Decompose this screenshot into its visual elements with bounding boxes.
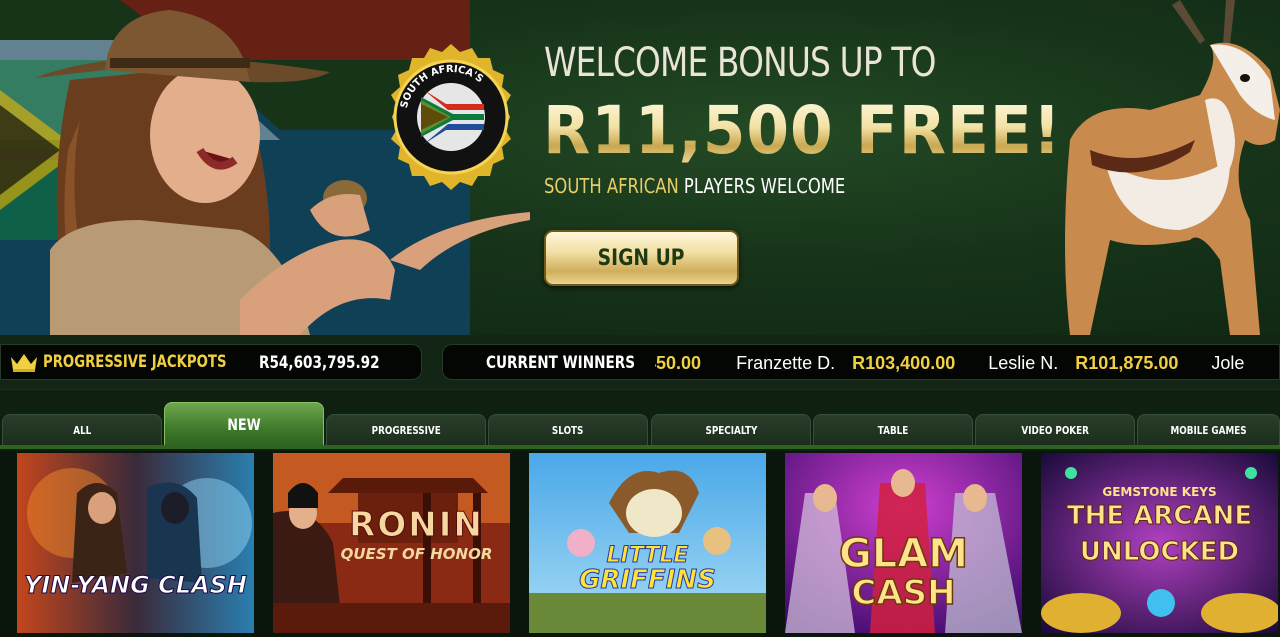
tab-specialty[interactable]: SPECIALTY bbox=[651, 414, 811, 446]
tab-label: PROGRESSIVE bbox=[371, 424, 441, 437]
tab-progressive[interactable]: PROGRESSIVE bbox=[326, 414, 486, 446]
winner-name: Franzette D. bbox=[736, 353, 836, 373]
sign-up-button[interactable]: SIGN UP bbox=[544, 230, 739, 286]
jackpot-label: PROGRESSIVE JACKPOTS bbox=[43, 352, 227, 372]
game-title: THE ARCANE bbox=[1066, 501, 1253, 532]
game-tile-yin-yang-clash[interactable]: YIN-YANG CLASH bbox=[17, 453, 254, 633]
current-winners-box: CURRENT WINNERS 450.00 Franzette D. R103… bbox=[442, 344, 1280, 380]
game-tile-little-griffins[interactable]: LITTLE GRIFFINS bbox=[529, 453, 766, 633]
sign-up-label: SIGN UP bbox=[598, 245, 685, 271]
winner-name: Leslie N. bbox=[988, 353, 1059, 373]
game-subtitle: CASH bbox=[851, 572, 957, 614]
game-title: GLAM bbox=[838, 530, 969, 578]
sub-highlight: SOUTH AFRICAN bbox=[544, 174, 679, 198]
progressive-jackpots-box[interactable]: PROGRESSIVE JACKPOTS R54,603,795.92 bbox=[0, 344, 422, 380]
game-tile-the-arcane-unlocked[interactable]: GEMSTONE KEYS THE ARCANE UNLOCKED bbox=[1041, 453, 1278, 633]
winners-scroller: 450.00 Franzette D. R103,400.00 Leslie N… bbox=[655, 345, 1279, 379]
ticker-bar: PROGRESSIVE JACKPOTS R54,603,795.92 CURR… bbox=[0, 335, 1280, 389]
winner-amount: R103,400.00 bbox=[852, 353, 956, 373]
bonus-amount: R11,500 FREE! bbox=[543, 92, 1062, 169]
winners-track: 450.00 Franzette D. R103,400.00 Leslie N… bbox=[655, 353, 1256, 374]
south-africa-number-one-seal: SOUTH AFRICA'S bbox=[391, 44, 511, 190]
tab-slots[interactable]: SLOTS bbox=[488, 414, 648, 446]
game-tile-glam-cash[interactable]: GLAM CASH bbox=[785, 453, 1022, 633]
tab-label: NEW bbox=[227, 415, 261, 434]
game-title: RONIN bbox=[349, 505, 484, 546]
game-thumbnail bbox=[17, 453, 254, 633]
tab-table[interactable]: TABLE bbox=[813, 414, 973, 446]
game-tile-ronin[interactable]: RONIN QUEST OF HONOR bbox=[273, 453, 510, 633]
winner-name: Jole bbox=[1211, 353, 1245, 373]
tab-label: VIDEO POKER bbox=[1021, 424, 1089, 437]
game-subtitle: GRIFFINS bbox=[579, 565, 717, 596]
sub-rest: PLAYERS WELCOME bbox=[683, 174, 846, 198]
game-grid: YIN-YANG CLASH RONIN QUEST OF HONOR LITT… bbox=[0, 451, 1280, 637]
jackpot-value: R54,603,795.92 bbox=[259, 353, 380, 373]
tabs-underline bbox=[0, 445, 1280, 449]
game-category-tabs: ALL NEW PROGRESSIVE SLOTS SPECIALTY TABL… bbox=[0, 389, 1280, 451]
springbok-image bbox=[1065, 0, 1280, 335]
bonus-headline: WELCOME BONUS UP TO bbox=[544, 40, 936, 86]
tab-label: MOBILE GAMES bbox=[1170, 424, 1247, 437]
hero-banner: SOUTH AFRICA'S WELCOME BONUS UP TO R11,5… bbox=[0, 0, 1280, 335]
game-subtitle: QUEST OF HONOR bbox=[340, 545, 493, 563]
game-subtitle: UNLOCKED bbox=[1079, 537, 1240, 568]
tab-video-poker[interactable]: VIDEO POKER bbox=[975, 414, 1135, 446]
tab-label: TABLE bbox=[877, 424, 909, 437]
tab-new[interactable]: NEW bbox=[164, 402, 324, 446]
winners-label: CURRENT WINNERS bbox=[486, 353, 636, 373]
tab-label: SPECIALTY bbox=[705, 424, 757, 437]
tab-mobile-games[interactable]: MOBILE GAMES bbox=[1137, 414, 1280, 446]
tab-all[interactable]: ALL bbox=[2, 414, 162, 446]
winner-amount: 450.00 bbox=[655, 353, 702, 373]
game-title: YIN-YANG CLASH bbox=[23, 571, 248, 600]
tab-label: ALL bbox=[72, 424, 92, 437]
players-welcome-text: SOUTH AFRICAN PLAYERS WELCOME bbox=[544, 174, 845, 198]
tab-label: SLOTS bbox=[552, 424, 584, 437]
winner-amount: R101,875.00 bbox=[1075, 353, 1179, 373]
crown-icon bbox=[11, 354, 37, 372]
game-series: GEMSTONE KEYS bbox=[1102, 485, 1217, 499]
